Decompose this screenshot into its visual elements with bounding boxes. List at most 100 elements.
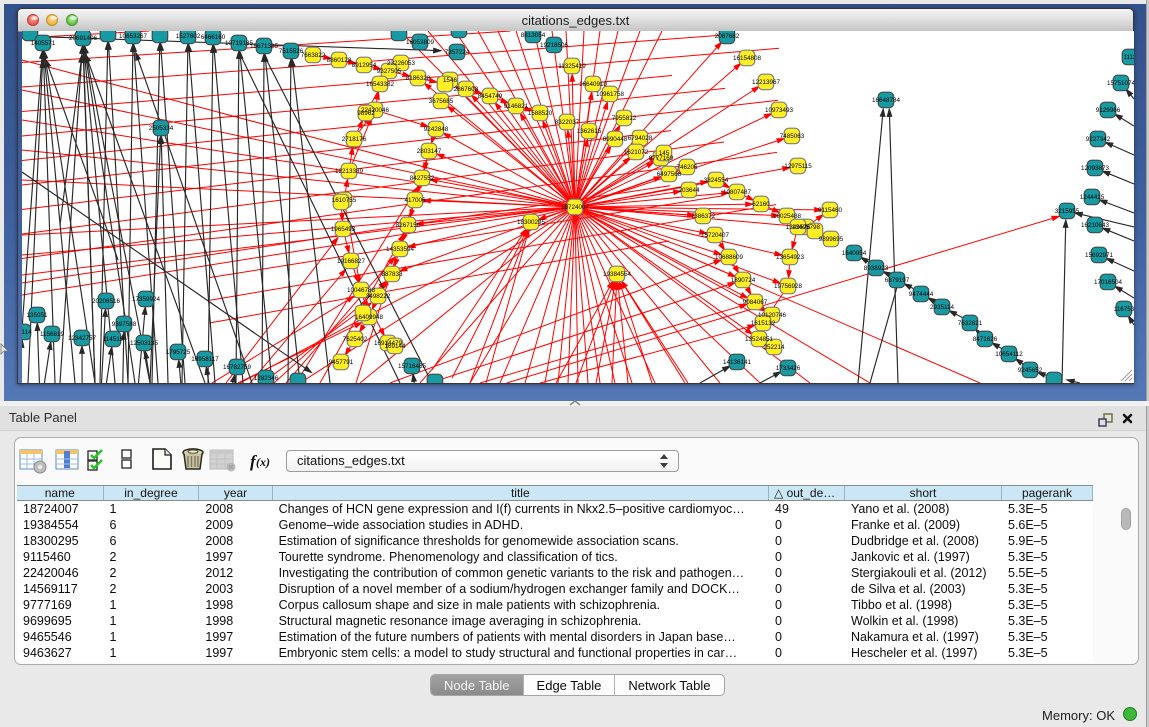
svg-text:12213389: 12213389	[335, 168, 364, 175]
svg-text:8990448: 8990448	[603, 136, 628, 143]
svg-text:7955812: 7955812	[612, 115, 637, 122]
svg-text:13524851: 13524851	[745, 336, 774, 343]
svg-text:1112: 1112	[1123, 54, 1134, 61]
svg-text:2718176: 2718176	[342, 136, 367, 143]
svg-text:7625402: 7625402	[343, 336, 368, 343]
svg-text:7386372: 7386372	[691, 213, 716, 220]
svg-text:9084067: 9084067	[743, 299, 768, 306]
svg-text:16640910: 16640910	[579, 81, 608, 88]
svg-text:16671385: 16671385	[250, 43, 279, 50]
svg-text:10653267: 10653267	[119, 33, 148, 40]
svg-text:6466160: 6466160	[201, 34, 226, 41]
svg-text:3498222: 3498222	[366, 293, 391, 300]
svg-text:116753: 116753	[1114, 306, 1134, 313]
svg-text:16053809: 16053809	[406, 39, 435, 46]
svg-text:1610755: 1610755	[332, 197, 357, 204]
svg-text:1588520: 1588520	[528, 110, 553, 117]
svg-text:6794028: 6794028	[628, 135, 653, 142]
svg-text:19756928: 19756928	[774, 283, 803, 290]
svg-text:746206: 746206	[676, 164, 698, 171]
svg-text:9227342: 9227342	[1086, 136, 1111, 143]
svg-text:2867608: 2867608	[454, 86, 479, 93]
svg-text:10120746: 10120746	[758, 312, 787, 319]
svg-text:8813054: 8813054	[521, 32, 546, 39]
svg-text:19384554: 19384554	[603, 271, 632, 278]
svg-text:3215955: 3215955	[1055, 208, 1080, 215]
svg-text:1349576: 1349576	[786, 224, 811, 231]
svg-text:14136141: 14136141	[723, 359, 752, 366]
svg-text:10654112: 10654112	[995, 351, 1023, 358]
svg-text:8912954: 8912954	[352, 62, 377, 69]
svg-text:1795725: 1795725	[166, 349, 191, 356]
svg-text:2505334: 2505334	[149, 125, 174, 132]
svg-text:8267150: 8267150	[396, 222, 421, 229]
svg-text:16409948: 16409948	[355, 314, 384, 321]
svg-text:145: 145	[659, 150, 670, 157]
svg-text:10958117: 10958117	[191, 356, 219, 363]
svg-text:114519: 114519	[103, 336, 124, 343]
svg-text:169144: 169144	[384, 343, 406, 350]
svg-text:2087682: 2087682	[715, 33, 740, 40]
svg-text:15692971: 15692971	[1085, 252, 1114, 259]
svg-text:12213967: 12213967	[752, 79, 781, 86]
svg-text:9397588: 9397588	[112, 321, 137, 328]
svg-text:1640954: 1640954	[842, 250, 867, 257]
svg-text:1733426: 1733426	[776, 365, 801, 372]
svg-text:1527602: 1527602	[176, 33, 201, 40]
svg-text:(x): (x)	[256, 455, 270, 469]
svg-text:1965493: 1965493	[331, 226, 356, 233]
svg-text:1156819: 1156819	[40, 331, 65, 338]
svg-text:8454749: 8454749	[478, 93, 503, 100]
svg-text:3675685: 3675685	[429, 98, 454, 105]
svg-text:135051: 135051	[26, 312, 48, 319]
svg-text:16648784: 16648784	[872, 97, 901, 104]
svg-text:887833: 887833	[381, 271, 403, 278]
svg-text:7632621: 7632621	[958, 320, 983, 327]
svg-text:17016504: 17016504	[1094, 279, 1123, 286]
svg-text:9129966: 9129966	[1096, 107, 1121, 114]
svg-text:39114: 39114	[22, 329, 32, 336]
svg-text:19166827: 19166827	[337, 258, 366, 265]
svg-text:10973493: 10973493	[765, 107, 794, 114]
svg-text:7357224: 7357224	[445, 49, 470, 56]
svg-text:10961758: 10961758	[596, 91, 625, 98]
svg-text:62160: 62160	[752, 201, 770, 208]
svg-text:10807487: 10807487	[723, 189, 752, 196]
svg-text:12975115: 12975115	[784, 163, 812, 170]
svg-text:7663822: 7663822	[301, 52, 326, 59]
svg-text:16154808: 16154808	[733, 55, 762, 62]
svg-text:9474444: 9474444	[909, 291, 934, 298]
svg-text:6879197: 6879197	[885, 277, 910, 284]
svg-text:1546: 1546	[443, 77, 458, 84]
svg-text:98962: 98962	[357, 110, 375, 117]
svg-text:203644: 203644	[678, 187, 700, 194]
svg-text:15720407: 15720407	[701, 232, 730, 239]
svg-text:17359924: 17359924	[132, 296, 161, 303]
svg-text:7485063: 7485063	[780, 133, 805, 140]
svg-text:23226053: 23226053	[387, 60, 416, 67]
svg-text:12093873: 12093873	[1081, 165, 1110, 172]
svg-text:16543382: 16543382	[366, 81, 395, 88]
svg-text:1890724: 1890724	[731, 277, 756, 284]
svg-text:1282346: 1282346	[254, 375, 279, 382]
svg-text:1621072: 1621072	[624, 149, 649, 156]
svg-text:16782759: 16782759	[223, 364, 252, 371]
svg-text:13654923: 13654923	[776, 254, 805, 261]
svg-text:1615132: 1615132	[751, 320, 776, 327]
svg-text:417006: 417006	[404, 197, 426, 204]
svg-text:9242848: 9242848	[424, 126, 449, 133]
svg-text:11325419: 11325419	[558, 63, 586, 70]
svg-text:15716485: 15716485	[398, 363, 427, 370]
svg-text:8427552: 8427552	[410, 175, 435, 182]
svg-text:252214: 252214	[763, 344, 785, 351]
svg-text:12342757: 12342757	[68, 335, 97, 342]
svg-text:2935114: 2935114	[930, 304, 955, 311]
svg-text:6497568: 6497568	[657, 171, 682, 178]
svg-text:19218506: 19218506	[540, 42, 569, 49]
svg-text:20206516: 20206516	[92, 298, 121, 305]
svg-text:1362615: 1362615	[577, 128, 602, 135]
svg-text:10688609: 10688609	[715, 254, 744, 261]
svg-text:1405571: 1405571	[31, 40, 56, 47]
svg-text:9245652: 9245652	[1018, 367, 1043, 374]
svg-text:9327505: 9327505	[377, 68, 402, 75]
